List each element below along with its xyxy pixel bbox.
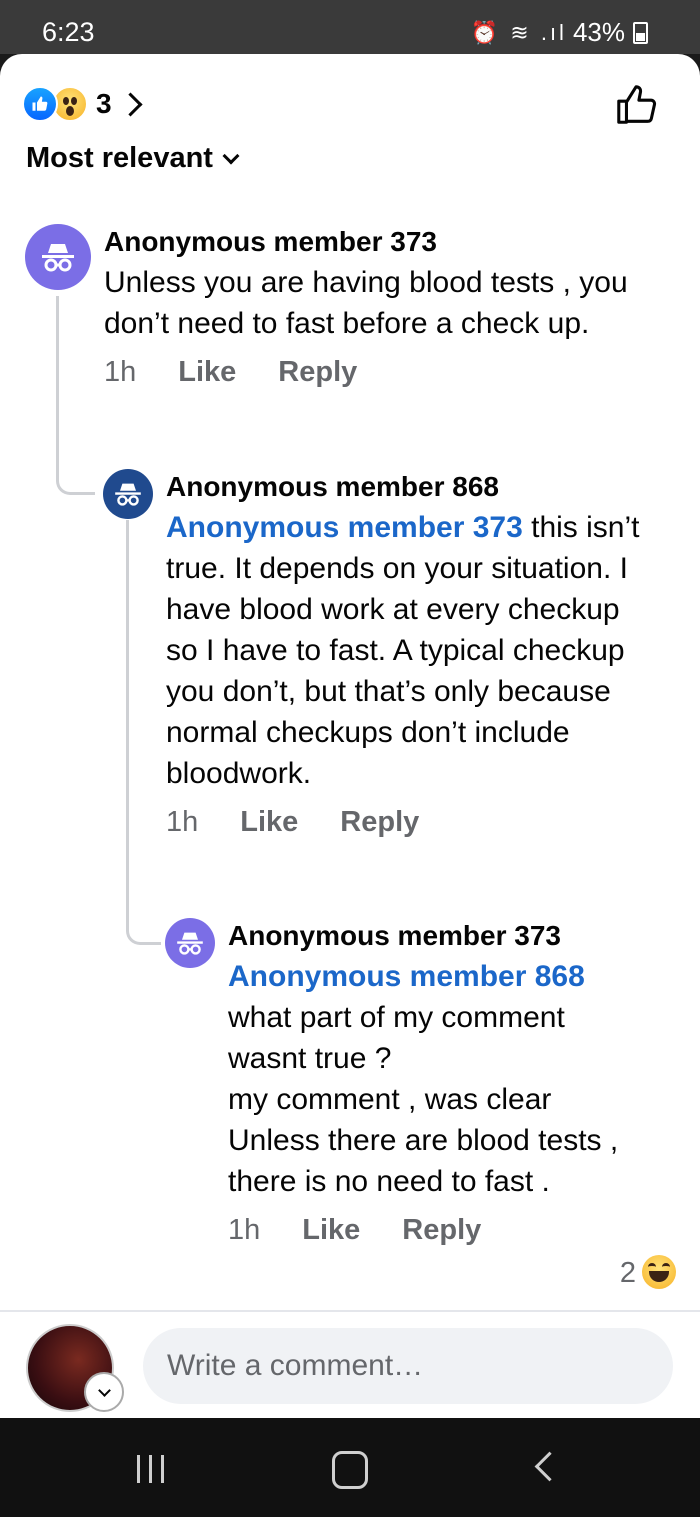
comment-time: 1h — [228, 1214, 261, 1246]
thread-line — [126, 520, 161, 945]
haha-reaction-icon[interactable] — [642, 1255, 676, 1289]
comment-text: Anonymous member 868 what part of my com… — [228, 956, 648, 1202]
status-icons: ⏰ ≋ .ıl — [470, 19, 567, 45]
incognito-icon — [115, 483, 141, 506]
chevron-right-icon — [118, 91, 143, 117]
comment-text: Unless you are having blood tests , you … — [104, 266, 628, 340]
like-button[interactable]: Like — [240, 806, 298, 839]
home-icon[interactable] — [332, 1451, 368, 1489]
divider — [0, 1310, 700, 1312]
like-button[interactable]: Like — [178, 356, 236, 389]
comment-reply: Anonymous member 868 Anonymous member 37… — [166, 467, 656, 839]
comment-input[interactable] — [143, 1328, 673, 1404]
comment-actions: 1h Like Reply — [166, 806, 656, 839]
status-indicators: ⏰ ≋ .ıl 43% — [471, 17, 648, 48]
comment-line: Unless there are blood tests , there is … — [228, 1124, 619, 1198]
back-icon[interactable] — [534, 1451, 565, 1482]
battery-percent: 43% — [572, 17, 625, 47]
comment-time: 1h — [166, 806, 199, 838]
comments-sheet: 3 Most relevant Anonymous member 373 Unl… — [0, 54, 700, 1418]
sort-dropdown[interactable]: Most relevant — [26, 142, 240, 175]
reaction-count: 3 — [96, 88, 112, 119]
comment-line: what part of my comment wasnt true ? — [228, 1001, 565, 1075]
avatar[interactable] — [165, 918, 215, 968]
chevron-down-icon — [222, 147, 240, 164]
thumbs-up-icon[interactable] — [614, 82, 660, 128]
recent-apps-icon[interactable] — [137, 1455, 164, 1483]
comment-line: my comment , was clear — [228, 1083, 552, 1116]
profile-switch-button[interactable] — [84, 1372, 124, 1412]
like-button[interactable]: Like — [302, 1214, 360, 1247]
sort-label: Most relevant — [26, 142, 213, 174]
comment-reply: Anonymous member 373 Anonymous member 86… — [228, 916, 648, 1247]
comment-actions: 1h Like Reply — [104, 356, 674, 389]
like-reaction-icon — [22, 86, 58, 122]
thread-line — [56, 296, 95, 495]
incognito-icon — [177, 932, 203, 955]
system-nav-bar — [0, 1418, 700, 1517]
chevron-down-icon — [97, 1383, 111, 1397]
status-bar: 6:23 ⏰ ≋ .ıl 43% — [0, 0, 700, 54]
comment: Anonymous member 373 Unless you are havi… — [104, 222, 674, 389]
mention-link[interactable]: Anonymous member 373 — [166, 511, 523, 544]
comment-text-body: this isn’t true. It depends on your situ… — [166, 511, 640, 790]
mention-link[interactable]: Anonymous member 868 — [228, 956, 648, 997]
comment-actions: 1h Like Reply — [228, 1214, 648, 1247]
reply-button[interactable]: Reply — [402, 1214, 481, 1247]
reply-button[interactable]: Reply — [278, 356, 357, 389]
avatar[interactable] — [25, 224, 91, 290]
comment-reaction-count[interactable]: 2 — [620, 1257, 636, 1290]
comment-time: 1h — [104, 356, 137, 388]
reply-button[interactable]: Reply — [340, 806, 419, 839]
comment-author[interactable]: Anonymous member 373 — [104, 222, 674, 262]
comment-text: Anonymous member 373 this isn’t true. It… — [166, 507, 656, 794]
battery-icon — [633, 21, 648, 44]
comment-author[interactable]: Anonymous member 868 — [166, 467, 656, 507]
status-time: 6:23 — [42, 17, 95, 47]
incognito-icon — [42, 244, 74, 272]
avatar[interactable] — [103, 469, 153, 519]
reactions-summary[interactable]: 3 — [22, 84, 143, 124]
comment-author[interactable]: Anonymous member 373 — [228, 916, 648, 956]
